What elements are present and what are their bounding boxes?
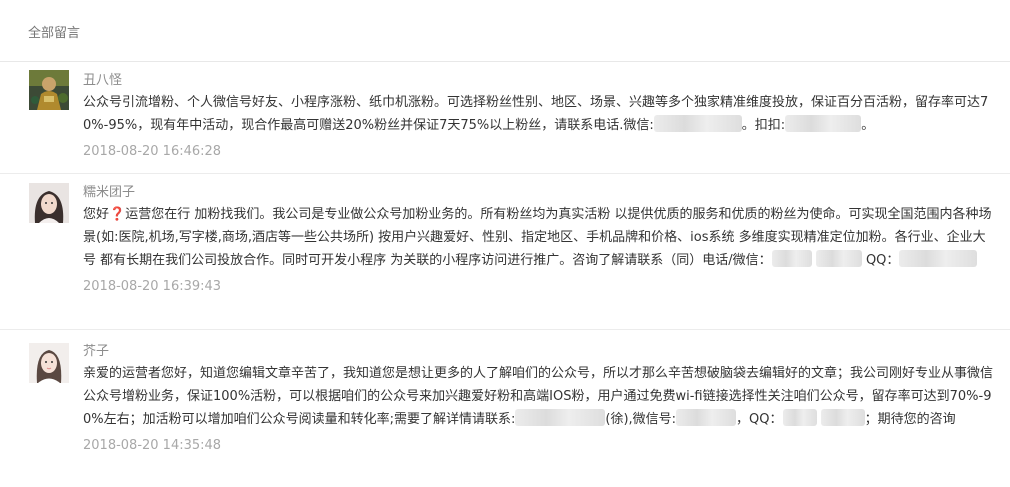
avatar[interactable] <box>29 183 69 223</box>
comment-nickname: 丑八怪 <box>83 73 123 88</box>
avatar[interactable] <box>29 343 69 383</box>
avatar[interactable] <box>29 70 69 110</box>
comment-time: 2018-08-20 14:35:48 <box>83 438 222 453</box>
comment-item: 芥子 亲爱的运营者您好，知道您编辑文章辛苦了，我知道您是想让更多的人了解咱们的公… <box>0 330 1010 487</box>
comment-text: ，QQ： <box>736 412 783 427</box>
comment-text: 。扣扣: <box>741 118 786 133</box>
comment-item: 丑八怪 公众号引流增粉、个人微信号好友、小程序涨粉、纸巾机涨粉。可选择粉丝性别、… <box>0 62 1010 174</box>
redacted-text <box>820 409 865 426</box>
comment-nickname: 糯米团子 <box>83 185 136 200</box>
comment-time: 2018-08-20 16:46:28 <box>83 144 222 159</box>
redacted-text <box>899 250 978 267</box>
comment-text: 您好 <box>83 207 110 222</box>
comments-page: 全部留言 丑八怪 公众号引流增粉、个人微信号好友、小程序涨粉、纸巾机涨粉。可选择… <box>0 0 1010 487</box>
comment-text: 。 <box>861 118 875 133</box>
question-mark-emoji-icon: ❓ <box>109 207 126 222</box>
comment-content: 亲爱的运营者您好，知道您编辑文章辛苦了，我知道您是想让更多的人了解咱们的公众号，… <box>83 362 996 431</box>
redacted-text <box>771 250 812 267</box>
header-title: 全部留言 <box>28 26 81 41</box>
comment-content: 您好❓运营您在行 加粉找我们。我公司是专业做公众号加粉业务的。所有粉丝均为真实活… <box>83 203 996 272</box>
redacted-text <box>676 409 737 426</box>
redacted-text <box>785 115 862 132</box>
redacted-text <box>782 409 817 426</box>
comment-text: QQ： <box>865 253 900 268</box>
comment-text: (徐),微信号: <box>605 412 677 427</box>
redacted-text <box>515 409 606 426</box>
comment-time: 2018-08-20 16:39:43 <box>83 279 222 294</box>
comment-nickname: 芥子 <box>83 344 110 359</box>
comment-text: ；期待您的咨询 <box>864 412 956 427</box>
comment-item: 糯米团子 您好❓运营您在行 加粉找我们。我公司是专业做公众号加粉业务的。所有粉丝… <box>0 174 1010 330</box>
redacted-text <box>653 115 742 132</box>
comment-content: 公众号引流增粉、个人微信号好友、小程序涨粉、纸巾机涨粉。可选择粉丝性别、地区、场… <box>83 91 996 137</box>
comments-header: 全部留言 <box>0 0 1010 62</box>
redacted-text <box>815 250 862 267</box>
